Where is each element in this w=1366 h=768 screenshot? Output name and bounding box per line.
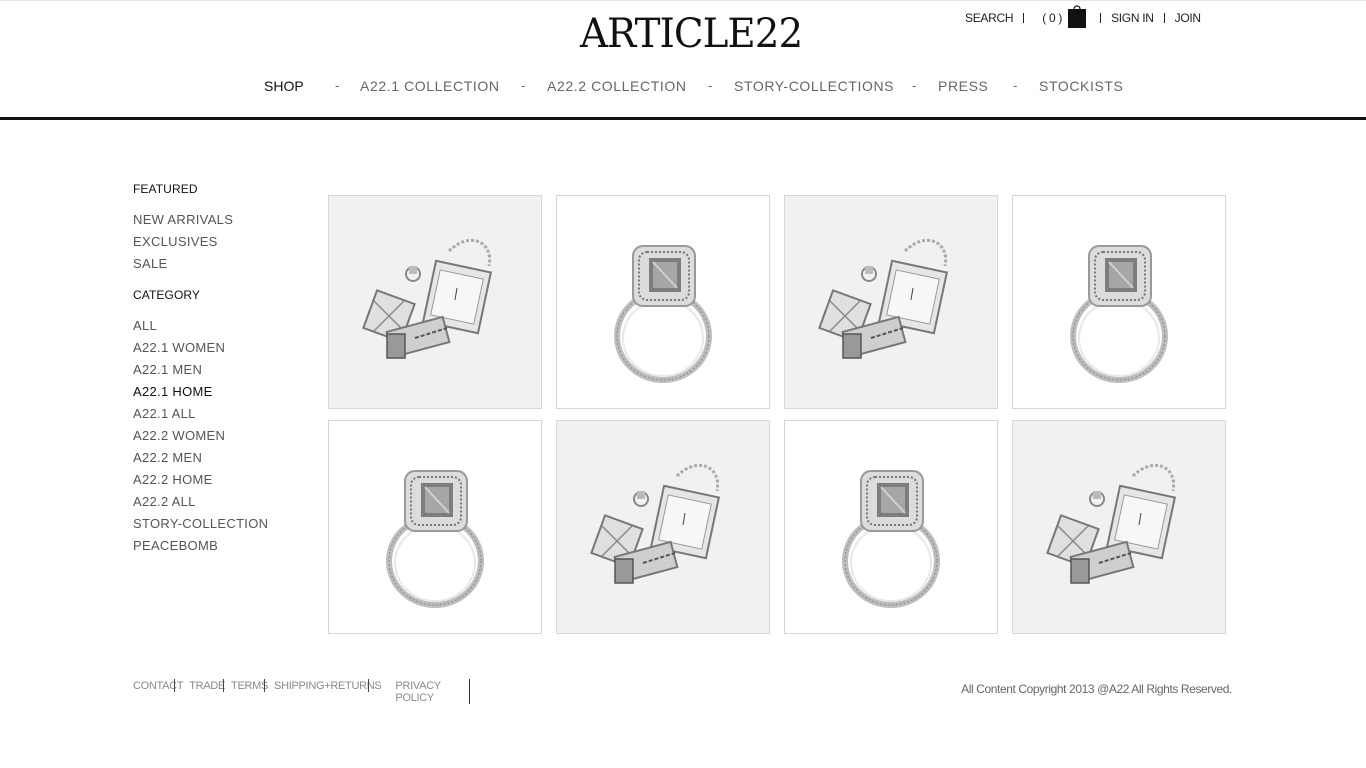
product-tile[interactable] xyxy=(556,420,770,634)
separator xyxy=(1163,13,1165,23)
product-tile[interactable] xyxy=(784,420,998,634)
nav-separator: - xyxy=(521,78,526,93)
main-nav: SHOP - A22.1 COLLECTION - A22.2 COLLECTI… xyxy=(0,78,1366,98)
nav-story-collections[interactable]: STORY-COLLECTIONS xyxy=(734,78,894,94)
watch-pendants-image xyxy=(1046,463,1177,584)
shopping-bag-icon[interactable] xyxy=(1068,4,1087,28)
footer-divider xyxy=(469,679,470,704)
diamond-ring-image xyxy=(842,470,940,608)
sidebar-item-a22-2-women[interactable]: A22.2 WOMEN xyxy=(133,429,303,451)
nav-a22-1-collection[interactable]: A22.1 COLLECTION xyxy=(360,78,500,94)
watch-pendants-image xyxy=(362,238,493,359)
sidebar-item-new-arrivals[interactable]: NEW ARRIVALS xyxy=(133,213,303,235)
product-tile[interactable] xyxy=(1012,420,1226,634)
sidebar: FEATURED NEW ARRIVALS EXCLUSIVES SALE CA… xyxy=(133,182,303,561)
separator xyxy=(1100,13,1102,23)
search-link[interactable]: SEARCH xyxy=(965,11,1014,25)
utility-bar: SEARCH ( 0 ) SIGN IN JOIN xyxy=(965,5,1201,28)
product-tile[interactable] xyxy=(328,420,542,634)
sidebar-item-story-collection[interactable]: STORY-COLLECTION xyxy=(133,517,303,539)
sidebar-item-a22-1-home[interactable]: A22.1 HOME xyxy=(133,385,303,407)
footer-privacy-link[interactable]: PRIVACY POLICY xyxy=(395,680,455,704)
product-tile[interactable] xyxy=(328,195,542,409)
product-tile[interactable] xyxy=(1012,195,1226,409)
product-tile[interactable] xyxy=(784,195,998,409)
watch-pendants-image xyxy=(590,463,721,584)
nav-separator: - xyxy=(335,78,340,93)
sidebar-item-a22-2-all[interactable]: A22.2 ALL xyxy=(133,495,303,517)
featured-heading: FEATURED xyxy=(133,182,198,196)
top-border xyxy=(0,0,1366,1)
nav-separator: - xyxy=(912,78,917,93)
sidebar-item-a22-1-all[interactable]: A22.1 ALL xyxy=(133,407,303,429)
sidebar-item-a22-1-women[interactable]: A22.1 WOMEN xyxy=(133,341,303,363)
sidebar-item-a22-2-home[interactable]: A22.2 HOME xyxy=(133,473,303,495)
footer-divider xyxy=(368,679,369,692)
sign-in-link[interactable]: SIGN IN xyxy=(1111,11,1154,25)
nav-separator: - xyxy=(708,78,713,93)
footer-divider xyxy=(174,679,175,692)
nav-separator: - xyxy=(1013,78,1018,93)
sidebar-item-a22-1-men[interactable]: A22.1 MEN xyxy=(133,363,303,385)
footer-terms-link[interactable]: TERMS xyxy=(231,680,268,704)
product-grid xyxy=(328,195,1226,634)
sidebar-item-a22-2-men[interactable]: A22.2 MEN xyxy=(133,451,303,473)
join-link[interactable]: JOIN xyxy=(1175,11,1201,25)
sidebar-item-peacebomb[interactable]: PEACEBOMB xyxy=(133,539,303,561)
diamond-ring-image xyxy=(1070,245,1168,383)
category-heading: CATEGORY xyxy=(133,288,201,302)
footer-shipping-returns-link[interactable]: SHIPPING+RETURNS xyxy=(274,680,382,704)
watch-pendants-image xyxy=(818,238,949,359)
footer-trade-link[interactable]: TRADE xyxy=(189,680,225,704)
diamond-ring-image xyxy=(386,470,484,608)
brand-logo[interactable]: ARTICLE22 xyxy=(580,12,803,56)
copyright-text: All Content Copyright 2013 @A22 All Righ… xyxy=(961,682,1232,696)
footer-divider xyxy=(264,679,265,692)
sidebar-item-all[interactable]: ALL xyxy=(133,319,303,341)
sidebar-item-exclusives[interactable]: EXCLUSIVES xyxy=(133,235,303,257)
sidebar-item-sale[interactable]: SALE xyxy=(133,257,303,279)
nav-shop[interactable]: SHOP xyxy=(264,78,304,94)
nav-stockists[interactable]: STOCKISTS xyxy=(1039,78,1124,94)
product-tile[interactable] xyxy=(556,195,770,409)
separator xyxy=(1023,13,1025,23)
cart-count[interactable]: ( 0 ) xyxy=(1042,11,1062,25)
footer-divider xyxy=(223,679,224,692)
header-rule xyxy=(0,117,1366,120)
nav-press[interactable]: PRESS xyxy=(938,78,988,94)
footer-links: CONTACT TRADE TERMS SHIPPING+RETURNS PRI… xyxy=(133,680,461,704)
nav-a22-2-collection[interactable]: A22.2 COLLECTION xyxy=(547,78,687,94)
diamond-ring-image xyxy=(614,245,712,383)
footer-contact-link[interactable]: CONTACT xyxy=(133,680,184,704)
